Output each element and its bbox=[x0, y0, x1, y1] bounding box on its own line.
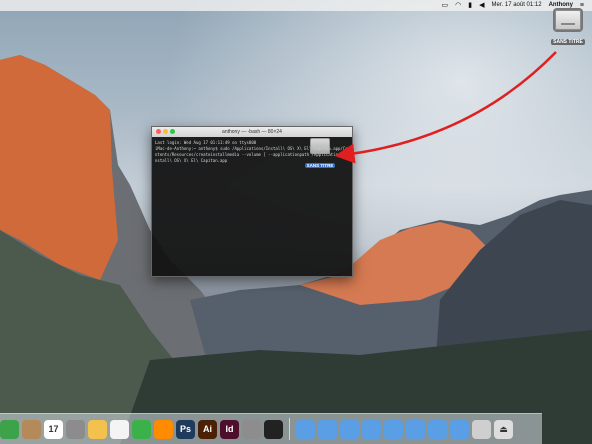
battery-icon[interactable]: ▮ bbox=[468, 0, 472, 11]
eject-icon[interactable]: ⏏ bbox=[494, 419, 513, 439]
preview-icon[interactable] bbox=[66, 419, 85, 439]
contacts-icon[interactable] bbox=[22, 419, 41, 439]
minimize-button[interactable] bbox=[163, 129, 168, 134]
downloads-folder-icon[interactable] bbox=[340, 419, 359, 439]
terminal-icon[interactable] bbox=[264, 419, 283, 439]
dock: 17 Ps Ai Id ⏏ bbox=[0, 413, 542, 444]
folder-icon[interactable] bbox=[450, 419, 469, 439]
dragged-drive[interactable]: SANS TITRE bbox=[300, 138, 340, 172]
numbers-icon[interactable] bbox=[132, 419, 151, 439]
menubar-clock[interactable]: Mer. 17 août 01:12 bbox=[492, 0, 542, 11]
vlc-icon[interactable] bbox=[154, 419, 173, 439]
indesign-icon[interactable]: Id bbox=[220, 419, 239, 439]
zoom-button[interactable] bbox=[170, 129, 175, 134]
system-preferences-icon[interactable] bbox=[242, 419, 261, 439]
folder-icon[interactable] bbox=[428, 419, 447, 439]
airplay-icon[interactable]: ▭ bbox=[442, 0, 449, 11]
drive-label: SANS TITRE bbox=[551, 39, 585, 45]
dock-separator bbox=[289, 418, 290, 440]
facetime-icon[interactable] bbox=[0, 419, 19, 439]
applications-folder-icon[interactable] bbox=[296, 419, 315, 439]
photos-icon[interactable] bbox=[88, 419, 107, 439]
illustrator-icon[interactable]: Ai bbox=[198, 419, 217, 439]
textedit-icon[interactable] bbox=[110, 419, 129, 439]
drive-icon[interactable] bbox=[472, 419, 491, 439]
folder-icon[interactable] bbox=[406, 419, 425, 439]
documents-folder-icon[interactable] bbox=[318, 419, 337, 439]
calendar-icon[interactable]: 17 bbox=[44, 419, 63, 439]
close-button[interactable] bbox=[156, 129, 161, 134]
desktop-drive[interactable]: SANS TITRE bbox=[548, 10, 588, 48]
folder-icon[interactable] bbox=[384, 419, 403, 439]
desktop: ▭ ◠ ▮ ◀ Mer. 17 août 01:12 Anthony ≡ SAN… bbox=[0, 0, 592, 444]
folder-icon[interactable] bbox=[362, 419, 381, 439]
drive-icon bbox=[310, 138, 330, 154]
wifi-icon[interactable]: ◠ bbox=[455, 0, 461, 11]
drive-icon bbox=[555, 10, 581, 30]
dragged-drive-label: SANS TITRE bbox=[304, 163, 336, 168]
photoshop-icon[interactable]: Ps bbox=[176, 419, 195, 439]
terminal-title: anthony — -bash — 80×24 bbox=[222, 129, 282, 135]
terminal-titlebar[interactable]: anthony — -bash — 80×24 bbox=[152, 127, 352, 137]
volume-icon[interactable]: ◀ bbox=[479, 0, 484, 11]
menu-bar: ▭ ◠ ▮ ◀ Mer. 17 août 01:12 Anthony ≡ bbox=[0, 0, 592, 11]
